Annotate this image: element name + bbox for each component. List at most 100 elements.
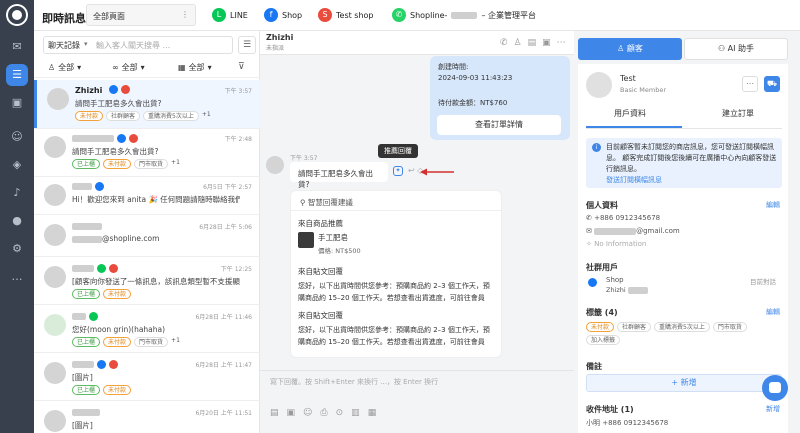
tooltip: 推薦回覆: [378, 144, 418, 158]
avatar: [586, 72, 612, 98]
image-icon[interactable]: ▣: [542, 38, 551, 48]
order-icon[interactable]: ▦: [368, 408, 377, 418]
link-icon[interactable]: ⊙: [336, 408, 344, 418]
shop-icon: [108, 264, 118, 273]
edit-profile-link[interactable]: 編輯: [766, 200, 780, 210]
line-icon: [96, 264, 106, 273]
subtab-create-order[interactable]: 建立訂單: [722, 108, 754, 119]
facebook-icon: [116, 134, 126, 143]
calendar-icon: ▦: [178, 63, 186, 72]
filter-options-icon[interactable]: ☰: [238, 36, 256, 54]
list-item[interactable]: 6月20日 上午 11:51 [圖片]: [34, 402, 260, 433]
facebook-icon: f: [264, 8, 278, 22]
image-icon[interactable]: ▣: [287, 408, 296, 418]
info-icon: i: [592, 143, 601, 152]
add-note-button[interactable]: + 新增: [586, 374, 782, 392]
shop-icon: [120, 85, 130, 94]
channel-line[interactable]: L LINE: [212, 6, 248, 24]
template-icon[interactable]: ▤: [270, 408, 279, 418]
filter-channel[interactable]: ∞ 全部 ▾: [112, 62, 145, 73]
channel-shop[interactable]: f Shop: [264, 6, 302, 24]
add-tag[interactable]: 加入標籤: [586, 335, 621, 345]
bell-icon[interactable]: ♪: [10, 186, 24, 200]
search-type-select[interactable]: 聊天記錄: [48, 40, 80, 51]
add-address-link[interactable]: 新增: [766, 404, 780, 414]
chat-icon[interactable]: ☰: [6, 64, 28, 86]
tag: 重購消費5次以上: [654, 322, 710, 332]
cart-icon[interactable]: ⛟: [764, 76, 780, 92]
product-icon[interactable]: ▥: [351, 408, 360, 418]
edit-tags-link[interactable]: 編輯: [766, 307, 780, 317]
settings-icon[interactable]: ⚙: [10, 242, 24, 256]
avatar: [44, 410, 66, 432]
smart-reply-title: ⚲ 智慧回覆建議: [300, 198, 353, 207]
gift-icon: ✧: [586, 240, 592, 248]
social-user[interactable]: Zhizhi: [606, 286, 648, 294]
more-icon[interactable]: …: [10, 270, 24, 284]
assignee-label[interactable]: 未指派: [266, 43, 284, 52]
more-options-icon[interactable]: ⋮: [181, 10, 189, 19]
view-select[interactable]: 全部頁面 ⋮: [86, 4, 196, 26]
shopee-icon: S: [318, 8, 332, 22]
list-item[interactable]: 6月28日 上午 11:47 [圖片] 已上櫃 未付款: [34, 354, 260, 400]
chat-contact-name: Zhizhi: [266, 33, 294, 42]
link-icon: ∞: [112, 63, 119, 72]
list-item[interactable]: 下午 2:48 請問手工肥皂多久會出貨? 已上櫃 未付款 門市取貨 +1: [34, 128, 260, 176]
filter-date[interactable]: ▦ 全部 ▾: [178, 62, 212, 73]
chat-bubble-icon: [769, 382, 781, 393]
arrow-annotation-icon: [420, 168, 454, 176]
avatar: [44, 184, 66, 206]
facebook-icon: [109, 85, 118, 94]
facebook-icon: [94, 182, 104, 191]
channel-shopline[interactable]: ✆ Shopline- – 企業管理平台: [392, 6, 536, 24]
shop-icon: [128, 134, 138, 143]
tag: 社群顧客: [106, 111, 141, 121]
avatar: [44, 314, 66, 336]
product-image: [298, 232, 314, 248]
phone-icon[interactable]: ✆: [500, 38, 508, 48]
whatsapp-icon: ✆: [392, 8, 406, 22]
tag-unpaid: 未付款: [586, 322, 615, 332]
filter-status[interactable]: ♙ 全部 ▾: [48, 62, 81, 73]
list-item[interactable]: 下午 12:25 [顧客向你發送了一條訊息，該訊息類型暫不支援顯示] 已上櫃 未付…: [34, 258, 260, 306]
avatar: [266, 156, 284, 174]
avatar: [44, 362, 66, 384]
list-item[interactable]: Zhizhi 下午 3:57 請問手工肥皂多久會出貨? 未付款 社群顧客 重購消費5…: [34, 80, 260, 128]
view-order-button[interactable]: 查看訂單詳情: [437, 115, 561, 135]
user-icon[interactable]: ●: [10, 214, 24, 228]
list-item[interactable]: 6月28日 上午 5:06 @shopline.com: [34, 216, 260, 252]
more-options-icon[interactable]: ⋯: [742, 76, 758, 92]
emoji-icon[interactable]: ☺: [303, 408, 312, 418]
app-title: 即時訊息: [42, 12, 86, 25]
note-icon[interactable]: ▤: [528, 38, 537, 48]
send-subscription-link[interactable]: 發送訂閱橫幅訊息: [606, 175, 662, 185]
facebook-icon: [588, 278, 597, 287]
list-item[interactable]: 6月5日 下午 2:57 Hi！歡迎您來到 anita 🎉 任何問題請隨時聯絡我…: [34, 176, 260, 212]
search-input[interactable]: 輸入客人關天搜尋 ...: [96, 40, 170, 51]
support-chat-button[interactable]: [762, 375, 788, 401]
channel-test-shop[interactable]: S Test shop: [318, 6, 374, 24]
funnel-icon[interactable]: ⊽: [238, 62, 245, 72]
reply-input[interactable]: 寫下回覆。按 Shift+Enter 來換行 ...，按 Enter 換行: [270, 377, 438, 387]
image-icon[interactable]: ▣: [10, 96, 24, 110]
avatar: [44, 266, 66, 288]
avatar: [47, 88, 69, 110]
person-icon: ♙: [48, 63, 56, 72]
chevron-down-icon: ▾: [84, 40, 88, 48]
tag: 門市取貨: [712, 322, 747, 332]
user-icon[interactable]: ♙: [514, 38, 522, 48]
incoming-message: 請問手工肥皂多久會出貨?: [290, 162, 388, 189]
list-item[interactable]: 6月28日 上午 11:46 您好(moon grin)(hahaha) 已上櫃…: [34, 306, 260, 354]
bot-icon[interactable]: ☺: [10, 130, 24, 144]
subtab-profile[interactable]: 用戶資料: [614, 108, 646, 119]
tab-customer[interactable]: ♙ 顧客: [578, 38, 682, 60]
more-icon[interactable]: ⋯: [557, 38, 566, 48]
bulb-icon: ⚲: [300, 198, 306, 207]
mail-icon[interactable]: ✉: [10, 40, 24, 54]
avatar: [44, 224, 66, 246]
tag-unpaid: 未付款: [75, 111, 104, 121]
tag-icon[interactable]: ◈: [10, 158, 24, 172]
recommend-reply-icon[interactable]: ✦: [393, 166, 403, 176]
attachment-icon[interactable]: ⎙: [320, 408, 327, 418]
tab-ai-assistant[interactable]: ⚇ AI 助手: [684, 38, 788, 60]
